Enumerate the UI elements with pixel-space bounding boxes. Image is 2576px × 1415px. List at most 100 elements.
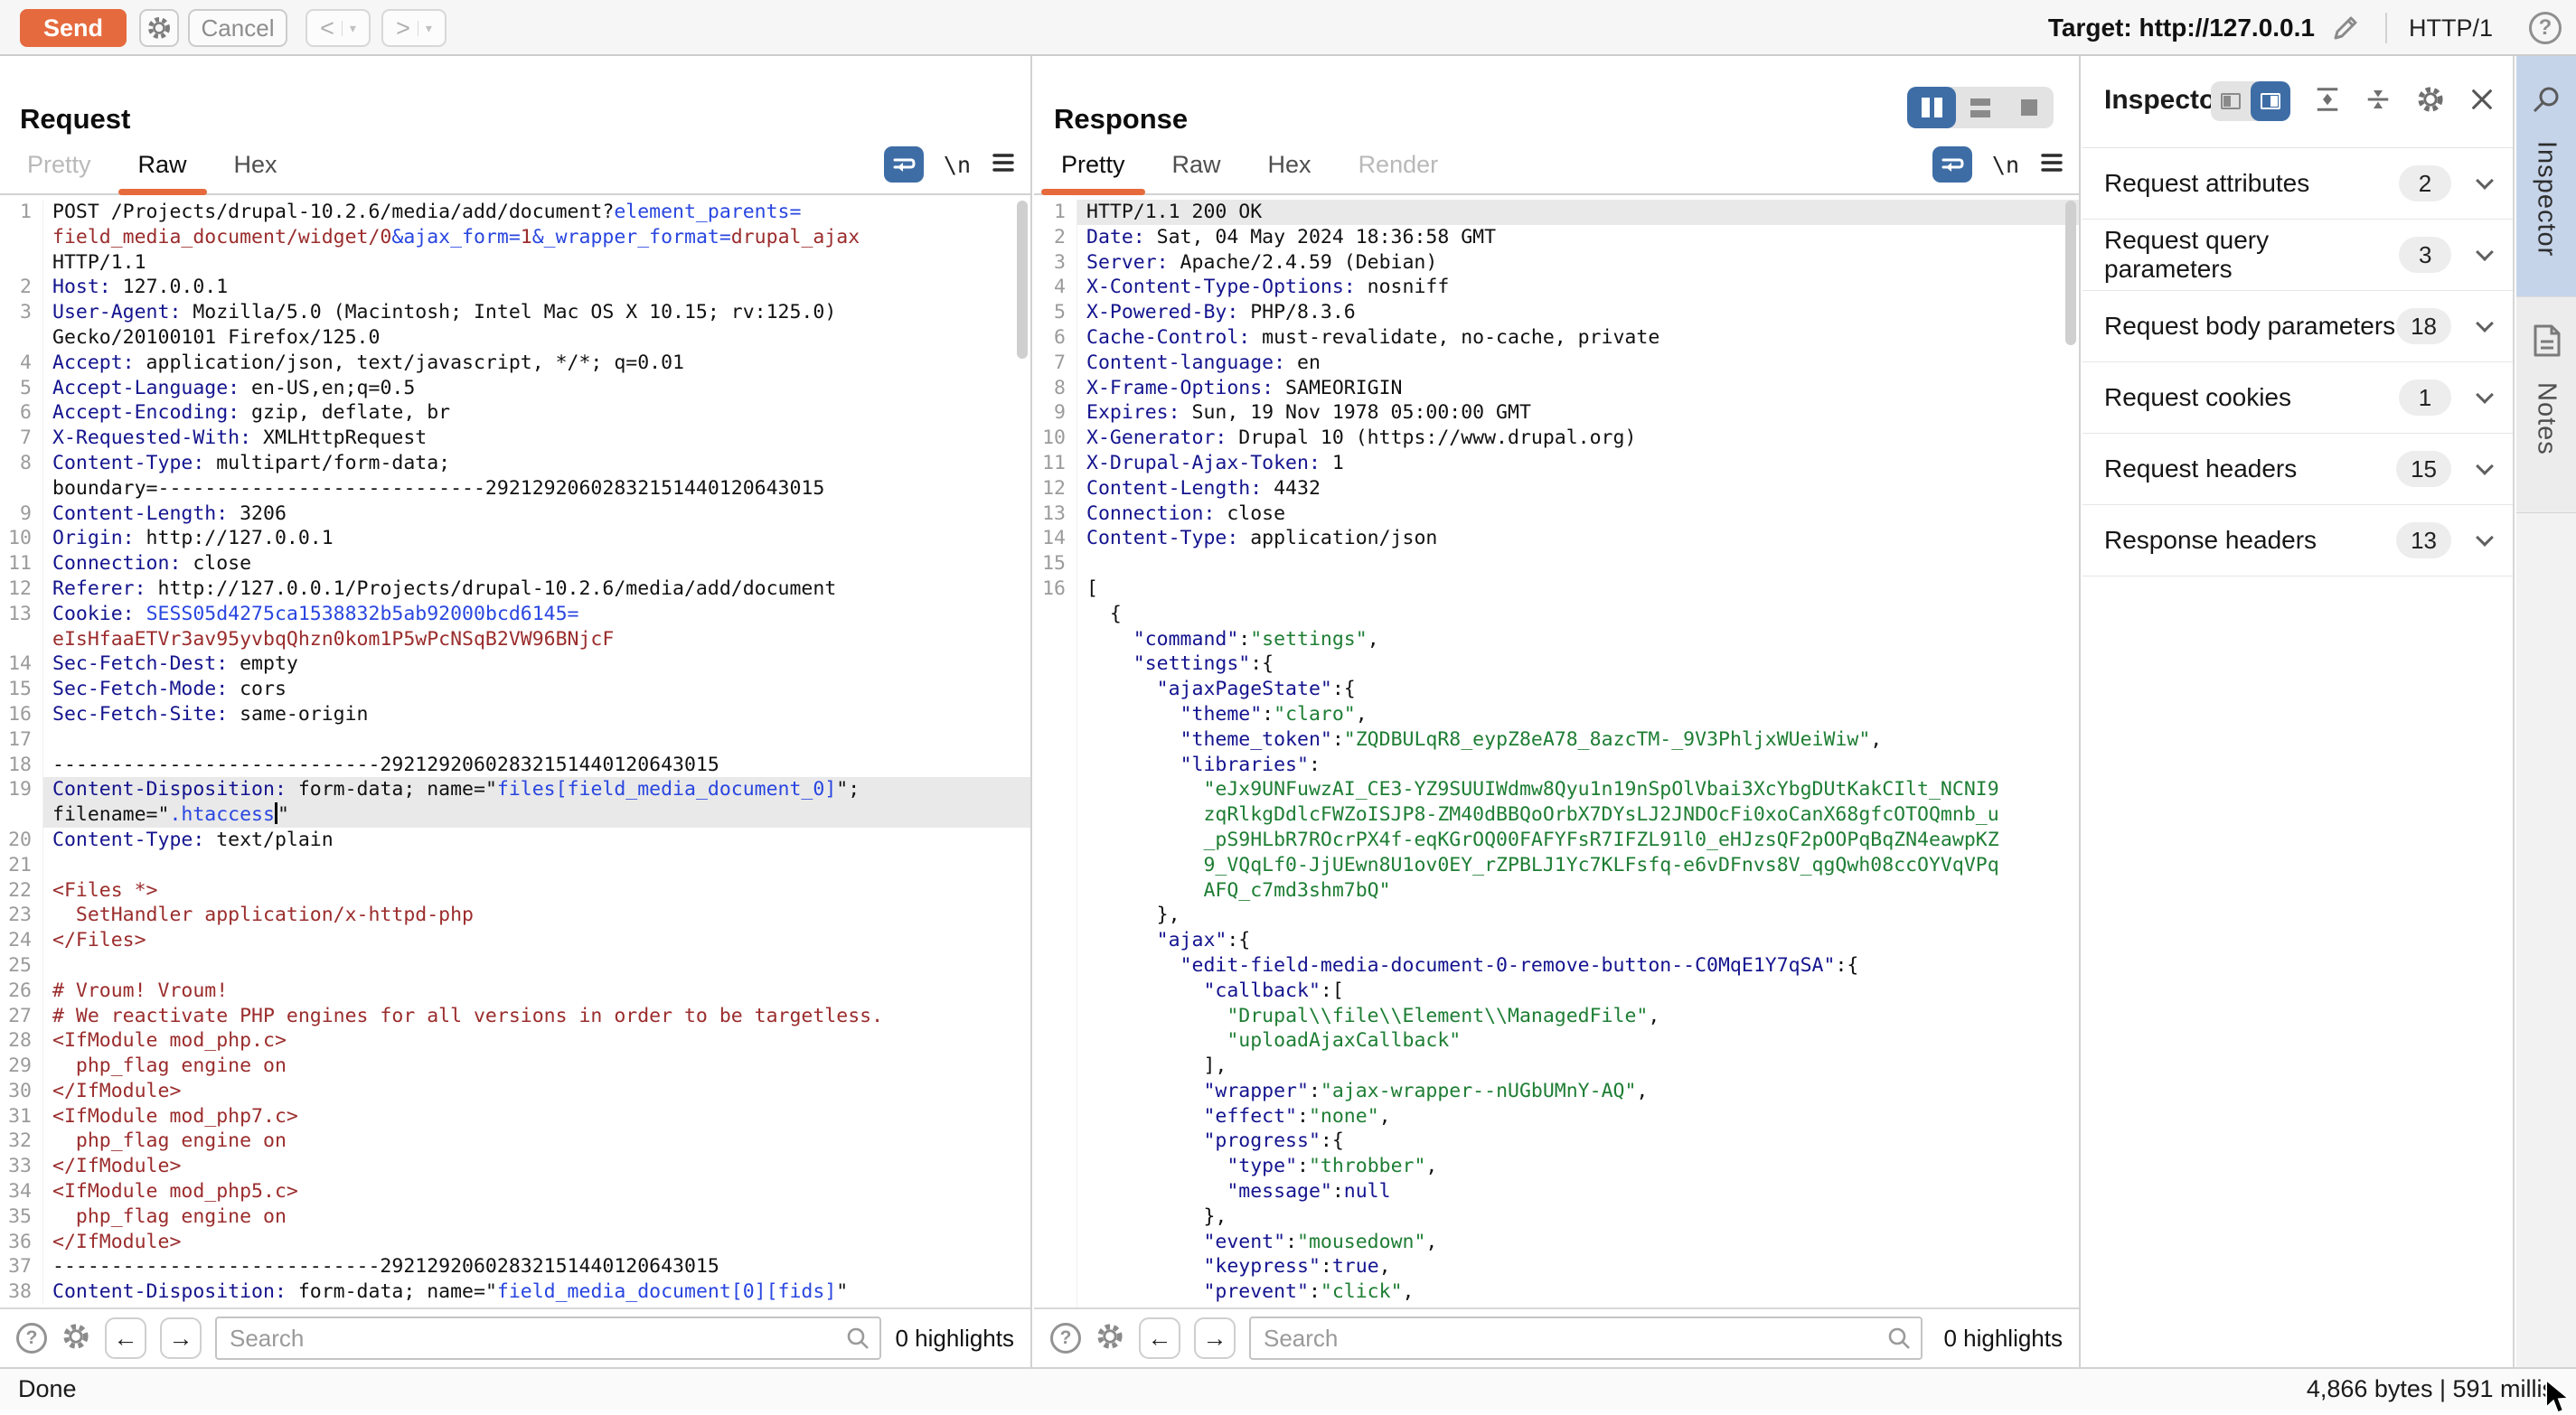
line-text[interactable]: ----------------------------292129206028… xyxy=(43,753,1030,778)
line-text[interactable]: Server: Apache/2.4.59 (Debian) xyxy=(1077,250,2079,276)
line-text[interactable]: X-Powered-By: PHP/8.3.6 xyxy=(1077,300,2079,325)
line-text[interactable]: X-Generator: Drupal 10 (https://www.drup… xyxy=(1077,426,2079,451)
word-wrap-toggle[interactable] xyxy=(1932,146,1972,183)
line-text[interactable]: "callback":[ xyxy=(1077,979,2079,1004)
chevron-down-icon[interactable] xyxy=(2476,314,2494,333)
line-text[interactable]: "keypress":true, xyxy=(1077,1254,2079,1279)
search-input[interactable] xyxy=(1249,1317,1923,1360)
chevron-down-icon[interactable] xyxy=(2476,457,2494,475)
line-text[interactable]: "prevent":"click", xyxy=(1077,1279,2079,1305)
line-text[interactable]: POST /Projects/drupal-10.2.6/media/add/d… xyxy=(43,200,1030,225)
line-text[interactable] xyxy=(1077,551,2079,576)
tab-pretty[interactable]: Pretty xyxy=(1038,151,1149,193)
line-text[interactable] xyxy=(43,953,1030,979)
line-text[interactable]: Date: Sat, 04 May 2024 18:36:58 GMT xyxy=(1077,225,2079,250)
back-request-button[interactable]: < ▾ xyxy=(306,9,371,47)
line-text[interactable]: <IfModule mod_php5.c> xyxy=(43,1179,1030,1204)
inspector-section-response-headers[interactable]: Response headers13 xyxy=(2082,505,2513,576)
line-text[interactable]: HTTP/1.1 xyxy=(43,250,1030,276)
line-text[interactable]: Cookie: SESS05d4275ca1538832b5ab92000bcd… xyxy=(43,602,1030,627)
line-text[interactable]: </Files> xyxy=(43,928,1030,953)
line-text[interactable]: "uploadAjaxCallback" xyxy=(1077,1028,2079,1054)
collapse-all-button[interactable] xyxy=(2364,86,2392,117)
request-scrollbar-thumb[interactable] xyxy=(1017,201,1028,359)
dock-left-button[interactable] xyxy=(2211,81,2251,121)
line-text[interactable]: <IfModule mod_php.c> xyxy=(43,1028,1030,1054)
inspector-section-request-query-parameters[interactable]: Request query parameters3 xyxy=(2082,220,2513,291)
line-text[interactable]: "theme":"claro", xyxy=(1077,702,2079,727)
editor-menu-button[interactable] xyxy=(2039,152,2064,178)
line-text[interactable]: <Files *> xyxy=(43,878,1030,904)
rail-tab-notes[interactable]: Notes xyxy=(2516,296,2576,513)
line-text[interactable] xyxy=(43,853,1030,878)
line-text[interactable]: Expires: Sun, 19 Nov 1978 05:00:00 GMT xyxy=(1077,400,2079,426)
layout-columns-button[interactable] xyxy=(1907,87,1956,128)
line-text[interactable]: "type":"throbber", xyxy=(1077,1154,2079,1179)
line-text[interactable]: Content-Disposition: form-data; name="fi… xyxy=(43,777,1030,802)
line-text[interactable]: X-Drupal-Ajax-Token: 1 xyxy=(1077,451,2079,476)
line-text[interactable]: "edit-field-media-document-0-remove-butt… xyxy=(1077,953,2079,979)
line-text[interactable]: field_media_document/widget/0&ajax_form=… xyxy=(43,225,1030,250)
show-newlines-toggle[interactable]: \n xyxy=(944,152,971,178)
line-text[interactable]: "ajax":{ xyxy=(1077,928,2079,953)
http-version-selector[interactable]: HTTP/1 xyxy=(2409,14,2493,42)
line-text[interactable]: </IfModule> xyxy=(43,1154,1030,1179)
line-text[interactable]: Connection: close xyxy=(43,551,1030,576)
tab-hex[interactable]: Hex xyxy=(211,151,301,193)
line-text[interactable]: "command":"settings", xyxy=(1077,627,2079,652)
line-text[interactable]: Content-Length: 3206 xyxy=(43,501,1030,527)
line-text[interactable]: ], xyxy=(1077,1054,2079,1079)
word-wrap-toggle[interactable] xyxy=(884,146,924,183)
help-icon[interactable]: ? xyxy=(2529,12,2562,44)
line-text[interactable]: "effect":"none", xyxy=(1077,1104,2079,1129)
line-text[interactable]: php_flag engine on xyxy=(43,1129,1030,1154)
line-text[interactable]: SetHandler application/x-httpd-php xyxy=(43,903,1030,928)
tab-raw[interactable]: Raw xyxy=(1149,151,1245,193)
back-dropdown-caret[interactable]: ▾ xyxy=(342,21,356,36)
line-text[interactable]: php_flag engine on xyxy=(43,1054,1030,1079)
chevron-down-icon[interactable] xyxy=(2476,386,2494,404)
line-text[interactable]: php_flag engine on xyxy=(43,1204,1030,1230)
search-help-icon[interactable]: ? xyxy=(16,1323,47,1354)
search-prev-button[interactable]: ← xyxy=(1139,1317,1180,1359)
line-text[interactable]: Origin: http://127.0.0.1 xyxy=(43,526,1030,551)
show-newlines-toggle[interactable]: \n xyxy=(1992,152,2019,178)
rail-tab-inspector[interactable]: Inspector xyxy=(2516,56,2576,296)
expand-all-button[interactable] xyxy=(2314,86,2341,117)
inspector-settings-button[interactable] xyxy=(2415,84,2446,119)
tab-raw[interactable]: Raw xyxy=(115,151,211,193)
line-text[interactable]: Cache-Control: must-revalidate, no-cache… xyxy=(1077,325,2079,351)
line-text[interactable]: Sec-Fetch-Mode: cors xyxy=(43,677,1030,702)
line-text[interactable]: Accept: application/json, text/javascrip… xyxy=(43,351,1030,376)
line-text[interactable]: "progress":{ xyxy=(1077,1129,2079,1154)
search-input[interactable] xyxy=(215,1317,881,1360)
inspector-close-button[interactable] xyxy=(2469,87,2495,117)
line-text[interactable]: X-Frame-Options: SAMEORIGIN xyxy=(1077,376,2079,401)
line-text[interactable]: "wrapper":"ajax-wrapper--nUGbUMnY-AQ", xyxy=(1077,1079,2079,1104)
inspector-section-request-cookies[interactable]: Request cookies1 xyxy=(2082,362,2513,434)
response-scrollbar-thumb[interactable] xyxy=(2065,201,2076,345)
line-text[interactable]: eIsHfaaETVr3av95yvbqQhzn0kom1P5wPcNSqB2V… xyxy=(43,627,1030,652)
line-text[interactable]: Accept-Encoding: gzip, deflate, br xyxy=(43,400,1030,426)
layout-rows-button[interactable] xyxy=(1956,87,2005,128)
line-text[interactable]: "event":"mousedown", xyxy=(1077,1230,2079,1255)
cancel-button[interactable]: Cancel xyxy=(188,9,287,47)
chevron-down-icon[interactable] xyxy=(2476,172,2494,190)
search-prev-button[interactable]: ← xyxy=(105,1317,146,1359)
chevron-down-icon[interactable] xyxy=(2476,243,2494,261)
line-text[interactable]: Content-Type: application/json xyxy=(1077,526,2079,551)
line-text[interactable]: _pS9HLbR7ROcrPX4f-eqKGrOQ00FAFYFsR7IFZL9… xyxy=(1077,828,2079,853)
chevron-down-icon[interactable] xyxy=(2476,529,2494,547)
line-text[interactable]: "settings":{ xyxy=(1077,651,2079,677)
line-text[interactable]: User-Agent: Mozilla/5.0 (Macintosh; Inte… xyxy=(43,300,1030,325)
line-text[interactable]: X-Requested-With: XMLHttpRequest xyxy=(43,426,1030,451)
tab-hex[interactable]: Hex xyxy=(1245,151,1335,193)
line-text[interactable]: "theme_token":"ZQDBULqR8_eypZ8eA78_8azcT… xyxy=(1077,727,2079,753)
layout-single-button[interactable] xyxy=(2005,87,2054,128)
line-text[interactable]: }, xyxy=(1077,1204,2079,1230)
line-text[interactable]: Content-language: en xyxy=(1077,351,2079,376)
line-text[interactable]: [ xyxy=(1077,576,2079,602)
line-text[interactable]: ----------------------------292129206028… xyxy=(43,1254,1030,1279)
line-text[interactable]: X-Content-Type-Options: nosniff xyxy=(1077,275,2079,300)
line-text[interactable]: "Drupal\\file\\Element\\ManagedFile", xyxy=(1077,1004,2079,1029)
